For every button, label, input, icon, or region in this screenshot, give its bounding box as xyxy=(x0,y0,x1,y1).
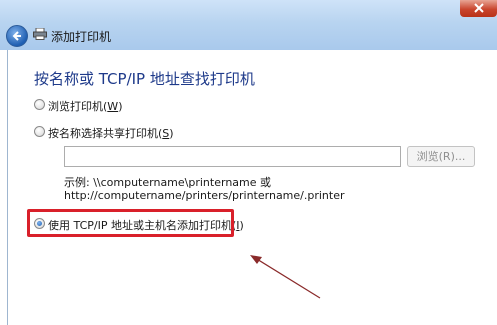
annotation-arrow xyxy=(250,255,321,299)
